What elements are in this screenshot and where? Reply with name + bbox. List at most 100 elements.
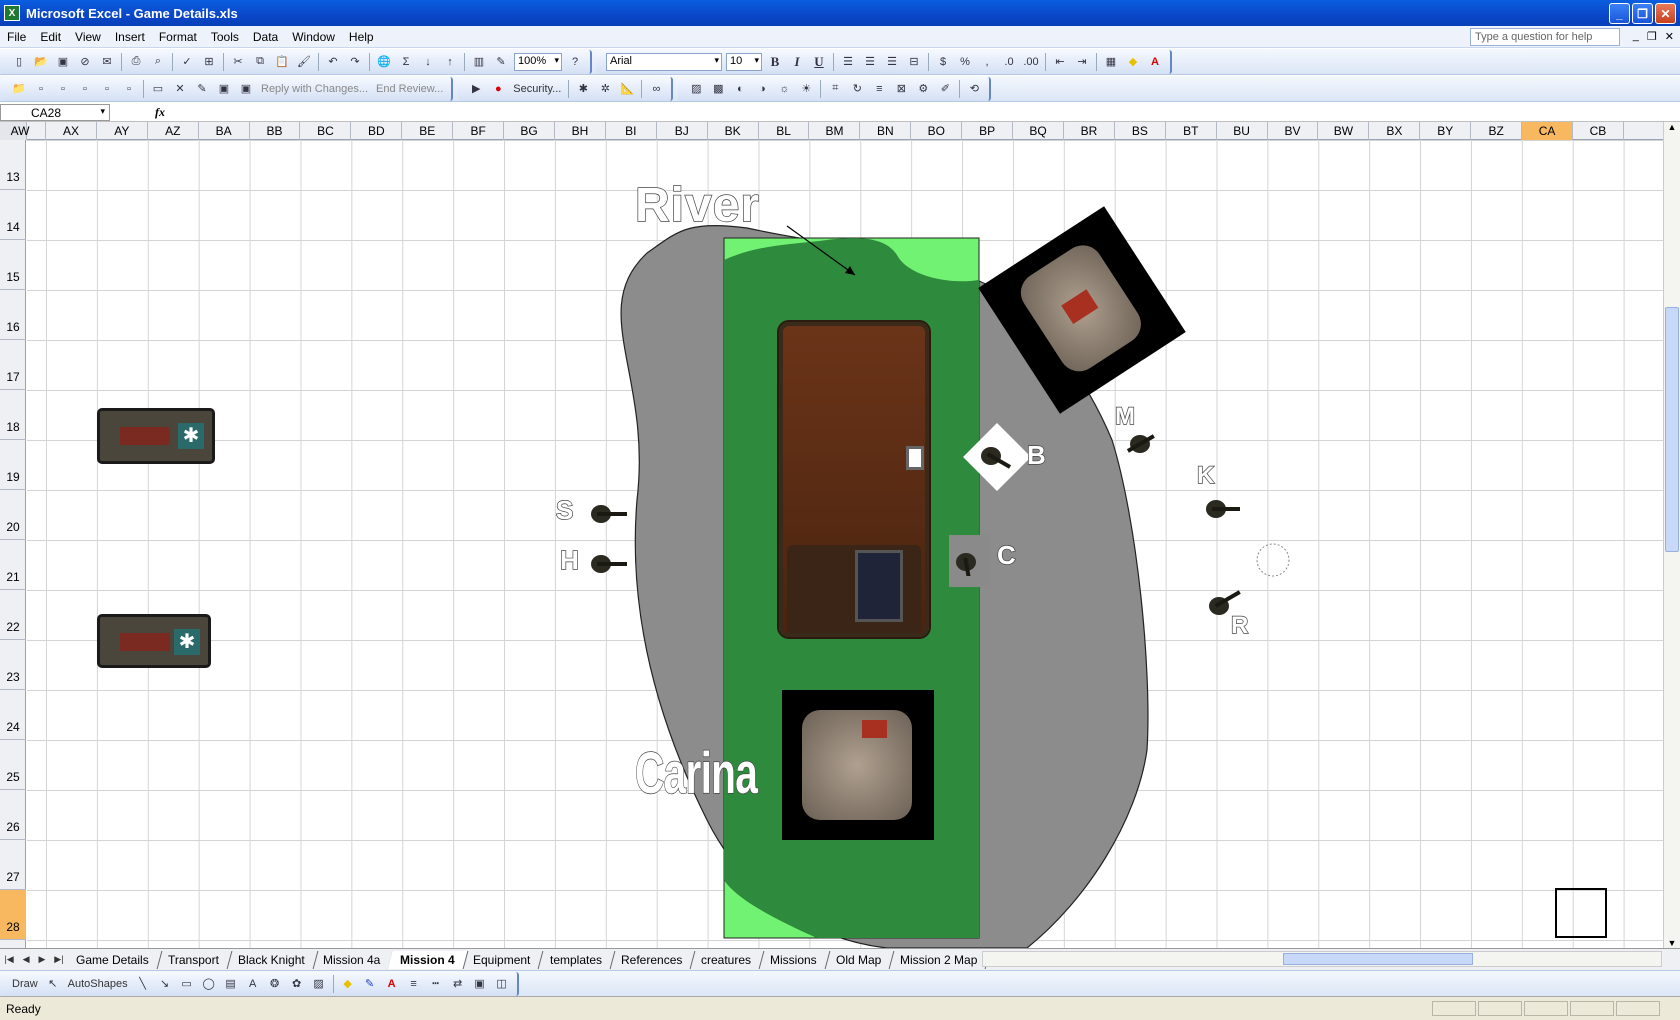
draw-menu-button[interactable]: Draw [8, 978, 42, 990]
menu-insert[interactable]: Insert [108, 30, 152, 44]
sort-descending-icon[interactable]: ↑ [441, 53, 459, 71]
tab-mission-2-map[interactable]: Mission 2 Map [887, 950, 992, 969]
tab-old-map[interactable]: Old Map [823, 950, 895, 969]
soldier-c[interactable] [952, 548, 992, 579]
prev-sheet-icon[interactable]: ◀ [23, 954, 30, 965]
close-button[interactable]: ✕ [1655, 3, 1676, 24]
script-editor-icon[interactable]: ∞ [647, 80, 665, 98]
help-search-input[interactable]: Type a question for help [1470, 28, 1620, 46]
column-header[interactable]: BO [911, 122, 963, 140]
picture-icon[interactable]: ▨ [687, 80, 705, 98]
first-sheet-icon[interactable]: |◀ [4, 954, 13, 965]
align-center-icon[interactable]: ☰ [861, 53, 879, 71]
align-left-icon[interactable]: ☰ [839, 53, 857, 71]
end-review-button[interactable]: End Review... [372, 83, 447, 95]
control-toolbox-icon[interactable]: ✲ [596, 80, 614, 98]
line-icon[interactable]: ╲ [134, 975, 152, 993]
column-header[interactable]: AZ [148, 122, 199, 140]
review-icon-3[interactable]: ▫ [76, 80, 94, 98]
review-icon-4[interactable]: ▫ [98, 80, 116, 98]
picture-tool-2[interactable]: ◐ [731, 80, 749, 98]
vertical-scroll-thumb[interactable] [1665, 307, 1679, 552]
scroll-down-icon[interactable]: ▼ [1664, 938, 1680, 948]
line-style-icon[interactable]: ≡ [870, 80, 888, 98]
align-right-icon[interactable]: ☰ [883, 53, 901, 71]
undo-icon[interactable]: ↶ [324, 53, 342, 71]
column-header[interactable]: BY [1420, 122, 1472, 140]
autoshapes-button[interactable]: AutoShapes [64, 978, 132, 990]
column-header[interactable]: BA [199, 122, 250, 140]
row-header[interactable]: 15 [0, 240, 26, 290]
format-picture-icon[interactable]: ⚙ [914, 80, 932, 98]
fill-color-icon[interactable]: ◆ [1124, 53, 1142, 71]
column-header[interactable]: BS [1115, 122, 1166, 140]
column-header[interactable]: AY [97, 122, 148, 140]
fx-icon[interactable]: fx [155, 105, 165, 120]
currency-icon[interactable]: $ [934, 53, 952, 71]
underline-button[interactable]: U [810, 53, 828, 71]
spelling-icon[interactable]: ✓ [178, 53, 196, 71]
comment-icon[interactable]: ▭ [149, 80, 167, 98]
column-header[interactable]: BI [606, 122, 657, 140]
picture-tool-5[interactable]: ☀ [797, 80, 815, 98]
menu-help[interactable]: Help [342, 30, 381, 44]
tab-equipment[interactable]: Equipment [460, 950, 545, 969]
active-cell[interactable] [1555, 888, 1607, 938]
row-header[interactable]: 13 [0, 140, 26, 190]
column-header[interactable]: BW [1319, 122, 1370, 140]
vertical-scrollbar[interactable]: ▲ ▼ [1663, 122, 1680, 948]
column-header[interactable]: BV [1268, 122, 1319, 140]
redo-icon[interactable]: ↷ [346, 53, 364, 71]
font-size-select[interactable]: 10 [726, 52, 762, 71]
column-header[interactable]: BF [453, 122, 505, 140]
row-header[interactable]: 22 [0, 590, 26, 640]
transparent-color-icon[interactable]: ✐ [936, 80, 954, 98]
restore-button[interactable]: ❐ [1632, 3, 1653, 24]
new-icon[interactable]: ▯ [10, 53, 28, 71]
row-header[interactable]: 17 [0, 340, 26, 390]
zoom-select[interactable]: 100% [514, 52, 562, 71]
picture-tool-4[interactable]: ☼ [775, 80, 793, 98]
menu-tools[interactable]: Tools [204, 30, 246, 44]
column-header[interactable]: BH [555, 122, 606, 140]
decrease-decimal-icon[interactable]: .00 [1022, 53, 1040, 71]
research-icon[interactable]: ⊞ [200, 53, 218, 71]
scroll-up-icon[interactable]: ▲ [1664, 122, 1680, 132]
row-header[interactable]: 24 [0, 690, 26, 740]
italic-button[interactable]: I [788, 53, 806, 71]
review-icon-2[interactable]: ▫ [54, 80, 72, 98]
permission-icon[interactable]: ⊘ [76, 53, 94, 71]
workbook-restore-button[interactable]: ❐ [1647, 30, 1657, 43]
increase-indent-icon[interactable]: ⇥ [1073, 53, 1091, 71]
rectangle-icon[interactable]: ▭ [178, 975, 196, 993]
clipart-icon[interactable]: ✿ [288, 975, 306, 993]
merge-center-icon[interactable]: ⊟ [905, 53, 923, 71]
shadow-icon[interactable]: ▣ [471, 975, 489, 993]
column-header[interactable]: BE [402, 122, 454, 140]
tab-mission-4[interactable]: Mission 4 [387, 950, 468, 969]
cut-icon[interactable]: ✂ [229, 53, 247, 71]
workbook-minimize-button[interactable]: _ [1633, 30, 1639, 43]
soldier-m[interactable] [1122, 430, 1162, 458]
tab-game-details[interactable]: Game Details [63, 950, 163, 969]
comma-button[interactable]: , [978, 53, 996, 71]
picture-tool-3[interactable]: ◑ [753, 80, 771, 98]
drawing-icon[interactable]: ✎ [492, 53, 510, 71]
column-header[interactable]: AW [0, 122, 46, 140]
crop-icon[interactable]: ⌗ [826, 80, 844, 98]
row-header[interactable]: 26 [0, 790, 26, 840]
column-header[interactable]: BG [504, 122, 555, 140]
column-header[interactable]: BP [962, 122, 1014, 140]
menu-file[interactable]: File [0, 30, 33, 44]
chart-wizard-icon[interactable]: ▥ [470, 53, 488, 71]
increase-decimal-icon[interactable]: .0 [1000, 53, 1018, 71]
hyperlink-icon[interactable]: 🌐 [375, 53, 393, 71]
picture-tool-1[interactable]: ▩ [709, 80, 727, 98]
textbox-icon[interactable]: ▤ [222, 975, 240, 993]
minimize-button[interactable]: _ [1609, 3, 1630, 24]
design-mode-icon[interactable]: 📐 [618, 80, 636, 98]
tab-creatures[interactable]: creatures [688, 950, 765, 969]
review-icon-5[interactable]: ▫ [120, 80, 138, 98]
copy-icon[interactable]: ⧉ [251, 53, 269, 71]
row-header[interactable]: 25 [0, 740, 26, 790]
